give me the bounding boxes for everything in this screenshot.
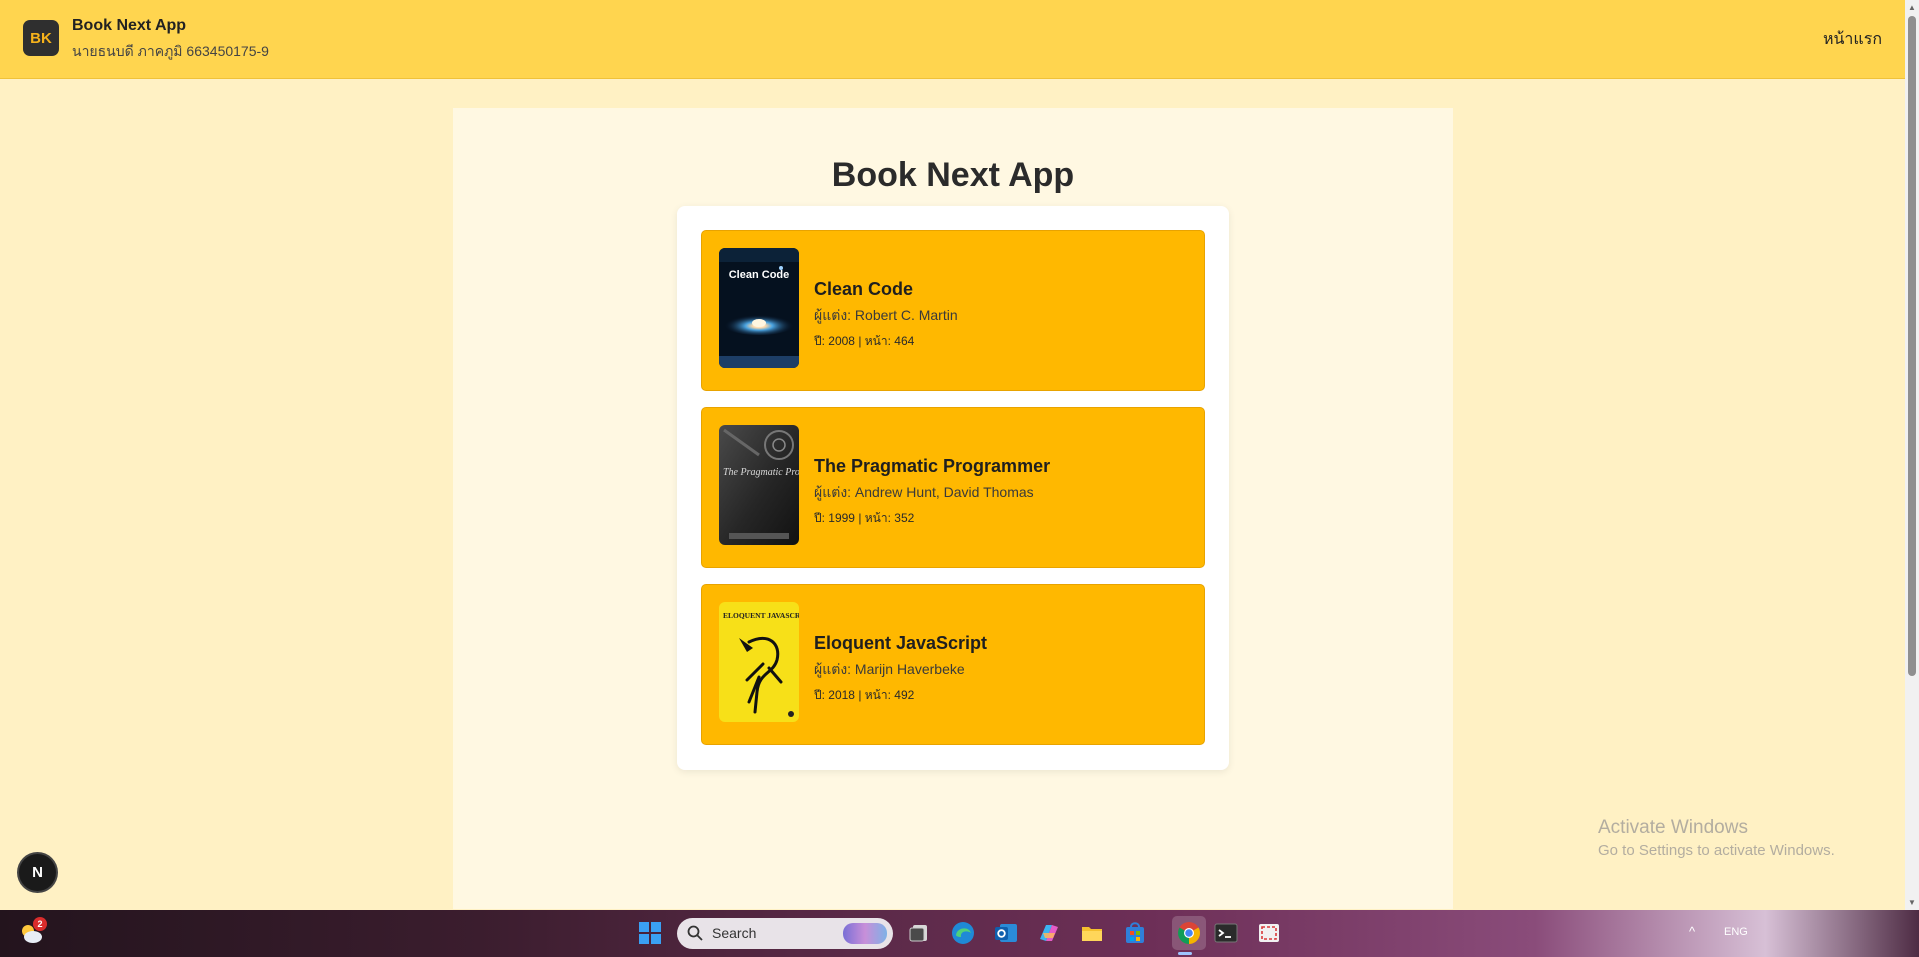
main-panel: Book Next App Clean Code Clean Code ผู้แ… <box>453 108 1453 909</box>
book-cover-pragmatic-image: The Pragmatic Programmer <box>719 425 799 545</box>
book-cover-clean-code: Clean Code <box>719 248 799 368</box>
nav-home-link[interactable]: หน้าแรก <box>1823 27 1882 52</box>
search-placeholder: Search <box>712 925 757 941</box>
cover-title-text: ELOQUENT JAVASCRIPT <box>723 611 799 620</box>
chrome-icon[interactable] <box>1172 916 1206 950</box>
book-meta: ปี: 1999 | หน้า: 352 <box>814 511 915 525</box>
book-meta: ปี: 2018 | หน้า: 492 <box>814 688 915 702</box>
book-author: ผู้แต่ง: Andrew Hunt, David Thomas <box>814 484 1034 500</box>
microsoft-store-icon[interactable] <box>1122 920 1148 946</box>
app-header: BK Book Next App นายธนบดี ภาคภูมิ 663450… <box>0 0 1905 79</box>
app-logo[interactable]: BK <box>23 20 59 56</box>
book-info: The Pragmatic Programmer ผู้แต่ง: Andrew… <box>814 456 1050 528</box>
book-title: Eloquent JavaScript <box>814 633 988 653</box>
search-icon <box>687 925 703 941</box>
book-list: Clean Code Clean Code ผู้แต่ง: Robert C.… <box>677 206 1229 770</box>
input-language-indicator[interactable]: ENG <box>1724 926 1748 938</box>
book-card-clean-code[interactable]: Clean Code Clean Code ผู้แต่ง: Robert C.… <box>701 230 1205 391</box>
book-card-eloquent-javascript[interactable]: ELOQUENT JAVASCRIPT Eloquent JavaScript … <box>701 584 1205 745</box>
book-meta: ปี: 2008 | หน้า: 464 <box>814 334 915 348</box>
scroll-down-arrow-icon[interactable]: ▼ <box>1908 898 1916 907</box>
weather-notification-badge: 2 <box>33 917 47 931</box>
snipping-tool-icon[interactable] <box>1256 920 1282 946</box>
activate-windows-watermark: Activate Windows Go to Settings to activ… <box>1598 817 1835 859</box>
copilot-icon[interactable] <box>1036 920 1062 946</box>
book-cover-eloquent-image: ELOQUENT JAVASCRIPT <box>719 602 799 722</box>
nextjs-dev-badge[interactable]: N <box>19 854 56 891</box>
windows-start-icon[interactable] <box>637 920 663 946</box>
scrollbar-thumb[interactable] <box>1908 16 1916 676</box>
cover-title-text: The Pragmatic Programmer <box>723 467 799 478</box>
terminal-icon[interactable] <box>1213 920 1239 946</box>
taskbar-search-box[interactable]: Search <box>677 918 893 949</box>
app-name: Book Next App <box>72 17 187 34</box>
windows-taskbar: 2 Search ^ ENG <box>0 910 1919 957</box>
book-author: ผู้แต่ง: Robert C. Martin <box>814 307 958 323</box>
book-info: Clean Code ผู้แต่ง: Robert C. Martin ปี:… <box>814 279 958 351</box>
student-info: นายธนบดี ภาคภูมิ 663450175-9 <box>72 43 269 59</box>
search-highlight-image <box>843 923 887 944</box>
file-explorer-icon[interactable] <box>1079 920 1105 946</box>
book-info: Eloquent JavaScript ผู้แต่ง: Marijn Have… <box>814 633 987 705</box>
book-cover-clean-code-image: Clean Code <box>719 248 799 368</box>
active-app-indicator <box>1178 952 1192 955</box>
book-cover-eloquent-javascript: ELOQUENT JAVASCRIPT <box>719 602 799 722</box>
page-scrollbar[interactable]: ▲ ▼ <box>1905 0 1919 910</box>
edge-icon[interactable] <box>950 920 976 946</box>
cover-title-text: Clean Code <box>729 269 790 281</box>
scroll-up-arrow-icon[interactable]: ▲ <box>1908 3 1916 12</box>
book-card-pragmatic-programmer[interactable]: The Pragmatic Programmer The Pragmatic P… <box>701 407 1205 568</box>
outlook-icon[interactable] <box>993 920 1019 946</box>
task-view-icon[interactable] <box>907 920 933 946</box>
book-title: The Pragmatic Programmer <box>814 456 1051 476</box>
page-title: Book Next App <box>831 156 1075 194</box>
book-author: ผู้แต่ง: Marijn Haverbeke <box>814 661 965 677</box>
book-title: Clean Code <box>814 279 914 299</box>
activate-windows-subtitle: Go to Settings to activate Windows. <box>1598 842 1835 859</box>
activate-windows-title: Activate Windows <box>1598 817 1748 838</box>
book-cover-pragmatic-programmer: The Pragmatic Programmer <box>719 425 799 545</box>
system-tray-chevron-up-icon[interactable]: ^ <box>1689 924 1695 939</box>
